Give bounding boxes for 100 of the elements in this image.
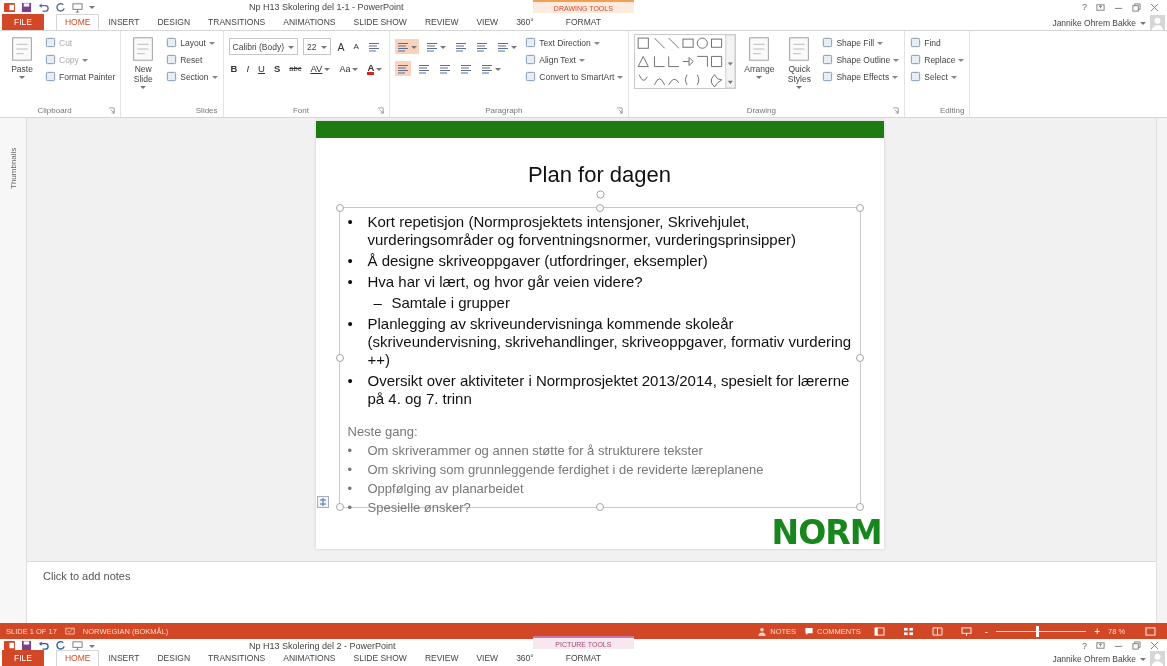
ribbon-tab[interactable]: VIEW [467,14,508,30]
ribbon-tab[interactable]: ANIMATIONS [274,650,345,666]
ribbon-button[interactable]: Convert to SmartArt [525,70,624,83]
undo-icon[interactable] [38,1,49,13]
launcher-icon[interactable] [892,107,900,114]
notes-placeholder[interactable]: Click to add notes [43,570,131,582]
ribbon-button[interactable]: Format Painter [45,70,116,83]
thumbnails-pane[interactable]: Thumbnails [0,118,27,623]
normal-view-icon[interactable] [873,626,885,636]
ribbon-tab[interactable]: 360° [507,650,543,666]
slideshow-icon[interactable] [72,640,83,651]
save-icon[interactable] [21,1,32,13]
autofit-icon[interactable] [316,496,329,508]
format-button[interactable]: S [271,61,283,76]
ribbon-tab[interactable]: HOME [55,14,100,30]
close-icon[interactable] [1150,641,1159,650]
ribbon-button[interactable]: Text Direction [525,36,624,49]
ribbon-button[interactable]: Shape Outline [822,53,900,66]
ribbon-display-icon[interactable] [1096,2,1105,12]
ribbon-tab[interactable]: FORMAT [542,14,624,30]
ribbon-button[interactable]: Layout [166,36,218,49]
ribbon-tab[interactable]: FILE [2,650,44,666]
resize-handle[interactable] [335,353,344,362]
proofing-icon[interactable] [64,626,75,636]
app-icon[interactable] [4,640,15,651]
format-button[interactable]: AV [308,61,333,76]
resize-handle[interactable] [855,503,864,511]
format-button[interactable] [395,61,412,76]
format-button[interactable]: A [365,61,385,76]
user-name[interactable]: Jannike Ohrem Bakke [1052,653,1136,664]
ribbon-tab[interactable]: REVIEW [415,650,468,666]
format-button[interactable] [395,39,420,54]
launcher-icon[interactable] [616,107,624,114]
ribbon-tab[interactable]: TRANSITIONS [199,14,275,30]
ribbon-button[interactable]: New Slide [126,34,161,90]
ribbon-button[interactable]: Shape Fill [822,36,900,49]
ribbon-tab[interactable]: DESIGN [148,14,200,30]
launcher-icon[interactable] [108,107,116,114]
format-button[interactable]: B [228,61,240,76]
caret-icon[interactable] [89,4,95,10]
shapes-gallery[interactable] [634,34,737,89]
ribbon-tab[interactable]: SLIDE SHOW [344,14,416,30]
format-button[interactable]: A [335,39,347,54]
ribbon-tab[interactable]: HOME [55,650,100,666]
ribbon-button[interactable]: Section [166,70,218,83]
dropdown-field[interactable]: Calibri (Body) [228,38,299,55]
ribbon-tab[interactable]: FORMAT [542,650,624,666]
presentation-icon[interactable] [960,626,972,636]
ribbon-button[interactable]: Shape Effects [822,70,900,83]
zoom-out-button[interactable]: - [984,625,989,637]
ribbon-button[interactable]: Paste [5,34,39,80]
zoom-in-button[interactable]: + [1094,625,1100,637]
ribbon-tab[interactable]: TRANSITIONS [199,650,275,666]
grid-icon[interactable] [902,626,914,636]
format-button[interactable]: A [351,39,361,54]
caret-icon[interactable] [1140,19,1146,26]
fit-icon[interactable] [1145,626,1156,636]
ribbon-tab[interactable]: DESIGN [148,650,200,666]
ribbon-button[interactable]: Align Text [525,53,624,66]
resize-handle[interactable] [335,503,344,511]
restore-icon[interactable] [1132,641,1141,650]
ribbon-tab[interactable]: INSERT [99,650,149,666]
help-button[interactable]: ? [1082,640,1087,651]
restore-icon[interactable] [1132,2,1141,12]
resize-handle[interactable] [855,353,864,362]
ribbon-tab[interactable]: SLIDE SHOW [344,650,416,666]
book-icon[interactable] [931,626,943,636]
format-button[interactable]: I [244,61,252,76]
format-button[interactable]: U [256,61,267,76]
rotate-handle[interactable] [595,190,605,199]
close-icon[interactable] [1150,2,1159,12]
ribbon-tab[interactable]: INSERT [99,14,149,30]
resize-handle[interactable] [595,503,604,511]
ribbon-tab[interactable]: ANIMATIONS [274,14,345,30]
resize-handle[interactable] [335,204,344,212]
zoom-slider-thumb[interactable] [1035,625,1039,637]
ribbon-button[interactable]: Select [910,70,965,83]
user-name[interactable]: Jannike Ohrem Bakke [1052,17,1136,28]
undo-icon[interactable] [38,640,49,651]
ribbon-tab[interactable]: REVIEW [415,14,468,30]
redo-icon[interactable] [55,1,66,13]
caret-icon[interactable] [89,642,95,649]
format-button[interactable]: Aa [337,61,361,76]
help-button[interactable]: ? [1082,2,1087,12]
ribbon-button[interactable]: Find [910,36,965,49]
redo-icon[interactable] [55,640,66,651]
app-icon[interactable] [4,1,15,13]
ribbon-display-icon[interactable] [1096,641,1105,650]
ribbon-button[interactable]: Replace [910,53,965,66]
save-icon[interactable] [21,640,32,651]
ribbon-tab[interactable]: FILE [2,14,44,30]
launcher-icon[interactable] [377,107,385,114]
ribbon-tab[interactable]: 360° [507,14,543,30]
ribbon-tab[interactable]: VIEW [467,650,508,666]
caret-icon[interactable] [1140,655,1146,662]
resize-handle[interactable] [595,204,604,212]
ribbon-button[interactable]: Reset [166,53,218,66]
slideshow-icon[interactable] [72,1,83,13]
ribbon-button[interactable]: Arrange [742,34,777,80]
dropdown-field[interactable]: 22 [303,38,331,55]
